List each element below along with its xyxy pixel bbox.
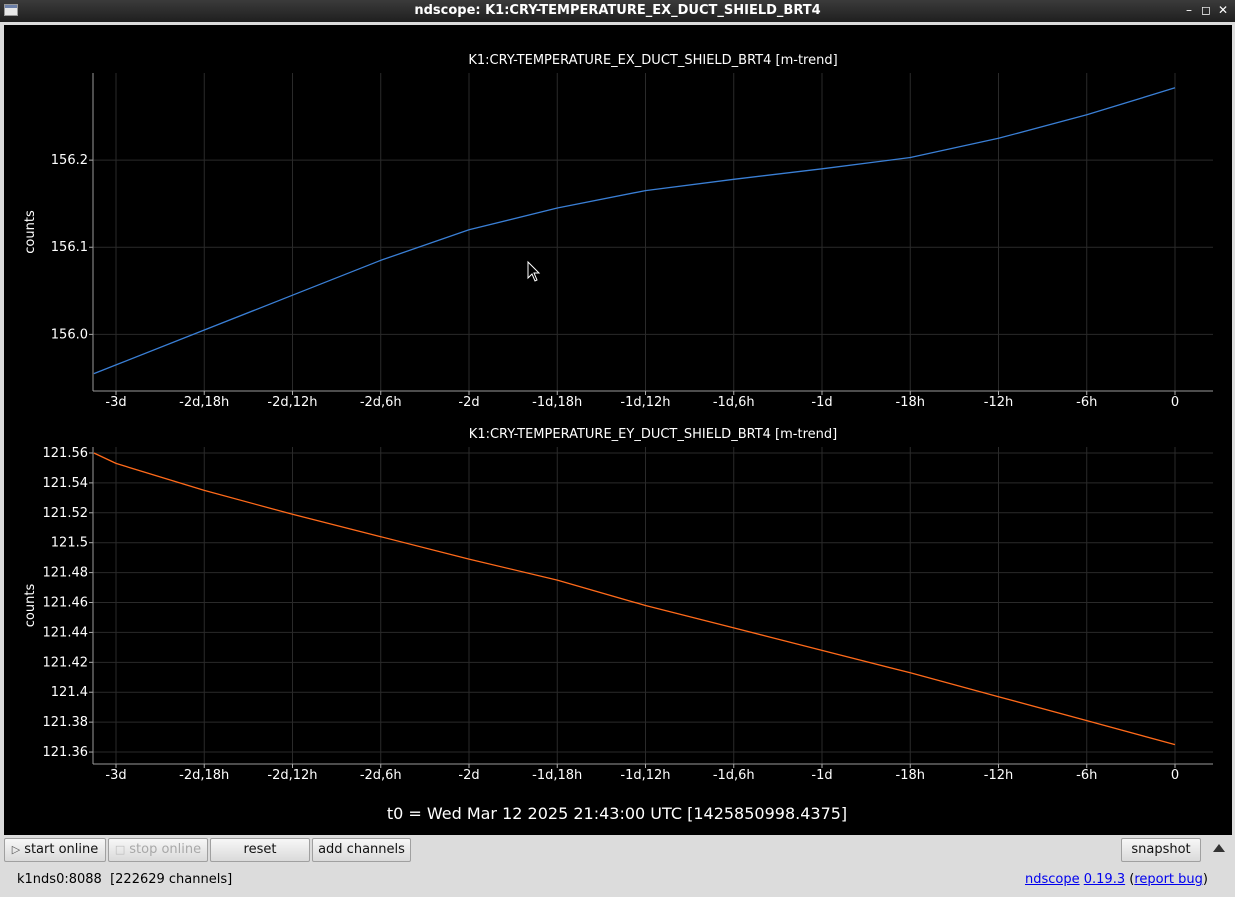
channel-count: [222629 channels]: [110, 872, 233, 887]
y-tick-label: 121.46: [43, 596, 89, 611]
x-tick-label: -2d,6h: [360, 395, 402, 410]
y-tick-label: 121.42: [43, 655, 89, 670]
x-tick-label: -1d,6h: [713, 768, 755, 783]
stop-icon: □: [114, 843, 126, 856]
x-tick-label: -2d: [458, 768, 479, 783]
minimize-button[interactable]: –: [1182, 3, 1196, 17]
x-tick-label: -1d,6h: [713, 395, 755, 410]
x-tick-label: -1d,18h: [532, 768, 582, 783]
y-tick-label: 121.54: [43, 476, 89, 491]
stop-online-label: stop online: [129, 842, 202, 857]
plot-area[interactable]: 156.0 156.1 156.2 -3d -2d,18h -2d,12h -2d,6h -2…: [4, 25, 1232, 835]
y-tick-label: 121.52: [43, 506, 89, 521]
ndscope-link[interactable]: ndscope: [1025, 872, 1080, 887]
x-tick-label: -6h: [1076, 395, 1097, 410]
x-tick-label: -18h: [896, 768, 925, 783]
plot-ey-duct-shield[interactable]: 121.36 121.38 121.4 121.42 121.44 121.46 121.4…: [23, 427, 1213, 783]
y-tick-label: 121.44: [43, 625, 89, 640]
server-address: k1nds0:8088: [17, 872, 102, 887]
x-tick-label: -1d: [811, 395, 832, 410]
add-channels-button[interactable]: add channels: [312, 838, 411, 862]
x-tick-label: -12h: [984, 768, 1013, 783]
mouse-cursor-icon: [527, 260, 541, 282]
control-bar: ▷ start online □ stop online reset add cha…: [0, 835, 1235, 897]
y-tick-label: 156.1: [51, 240, 88, 255]
x-tick-label: -3d: [105, 395, 126, 410]
play-icon: ▷: [11, 843, 21, 856]
x-tick-label: -2d,12h: [267, 395, 317, 410]
y-tick-label: 156.0: [51, 327, 88, 342]
status-server: k1nds0:8088 [222629 channels]: [17, 872, 232, 887]
x-tick-label: 0: [1171, 395, 1179, 410]
y-tick-label: 121.48: [43, 566, 89, 581]
close-button[interactable]: ✕: [1216, 3, 1230, 17]
collapse-panel-arrow-icon[interactable]: [1213, 844, 1225, 852]
x-tick-label: -18h: [896, 395, 925, 410]
x-tick-label: -2d,18h: [179, 395, 229, 410]
t0-label: t0 = Wed Mar 12 2025 21:43:00 UTC [14258…: [387, 804, 847, 823]
report-bug-link[interactable]: report bug: [1134, 872, 1203, 887]
series-line: [93, 452, 1176, 746]
status-links: ndscope 0.19.3 (report bug): [1024, 872, 1208, 887]
y-tick-label: 156.2: [51, 153, 88, 168]
y-tick-label: 121.4: [51, 685, 88, 700]
version-link[interactable]: 0.19.3: [1084, 872, 1125, 887]
y-axis-label: counts: [23, 210, 38, 254]
y-axis-label: counts: [23, 584, 38, 628]
plot-title: K1:CRY-TEMPERATURE_EY_DUCT_SHIELD_BRT4 […: [469, 427, 837, 442]
x-tick-label: -1d,12h: [620, 395, 670, 410]
plot-title: K1:CRY-TEMPERATURE_EX_DUCT_SHIELD_BRT4 […: [468, 53, 837, 68]
window-title: ndscope: K1:CRY-TEMPERATURE_EX_DUCT_SHIE…: [414, 3, 821, 18]
y-tick-label: 121.38: [43, 715, 89, 730]
y-tick-label: 121.36: [43, 745, 89, 760]
y-tick-label: 121.5: [51, 536, 88, 551]
x-tick-label: -12h: [984, 395, 1013, 410]
start-online-button[interactable]: ▷ start online: [4, 838, 106, 862]
maximize-button[interactable]: ◻: [1199, 3, 1213, 17]
x-tick-label: 0: [1171, 768, 1179, 783]
y-tick-label: 121.56: [43, 446, 89, 461]
x-tick-label: -2d,6h: [360, 768, 402, 783]
snapshot-button[interactable]: snapshot: [1121, 838, 1201, 862]
stop-online-button[interactable]: □ stop online: [108, 838, 208, 862]
reset-button[interactable]: reset: [210, 838, 310, 862]
series-line: [93, 87, 1176, 375]
x-tick-label: -3d: [105, 768, 126, 783]
x-tick-label: -1d: [811, 768, 832, 783]
x-tick-label: -6h: [1076, 768, 1097, 783]
x-tick-label: -1d,18h: [532, 395, 582, 410]
plots-canvas[interactable]: 156.0 156.1 156.2 -3d -2d,18h -2d,12h -2d,6h -2…: [4, 25, 1232, 835]
x-tick-label: -2d: [458, 395, 479, 410]
x-tick-label: -1d,12h: [620, 768, 670, 783]
window-titlebar: ndscope: K1:CRY-TEMPERATURE_EX_DUCT_SHIE…: [0, 0, 1235, 22]
x-tick-label: -2d,12h: [267, 768, 317, 783]
plot-ex-duct-shield[interactable]: 156.0 156.1 156.2 -3d -2d,18h -2d,12h -2d,6h -2…: [23, 53, 1213, 410]
start-online-label: start online: [24, 842, 99, 857]
x-tick-label: -2d,18h: [179, 768, 229, 783]
